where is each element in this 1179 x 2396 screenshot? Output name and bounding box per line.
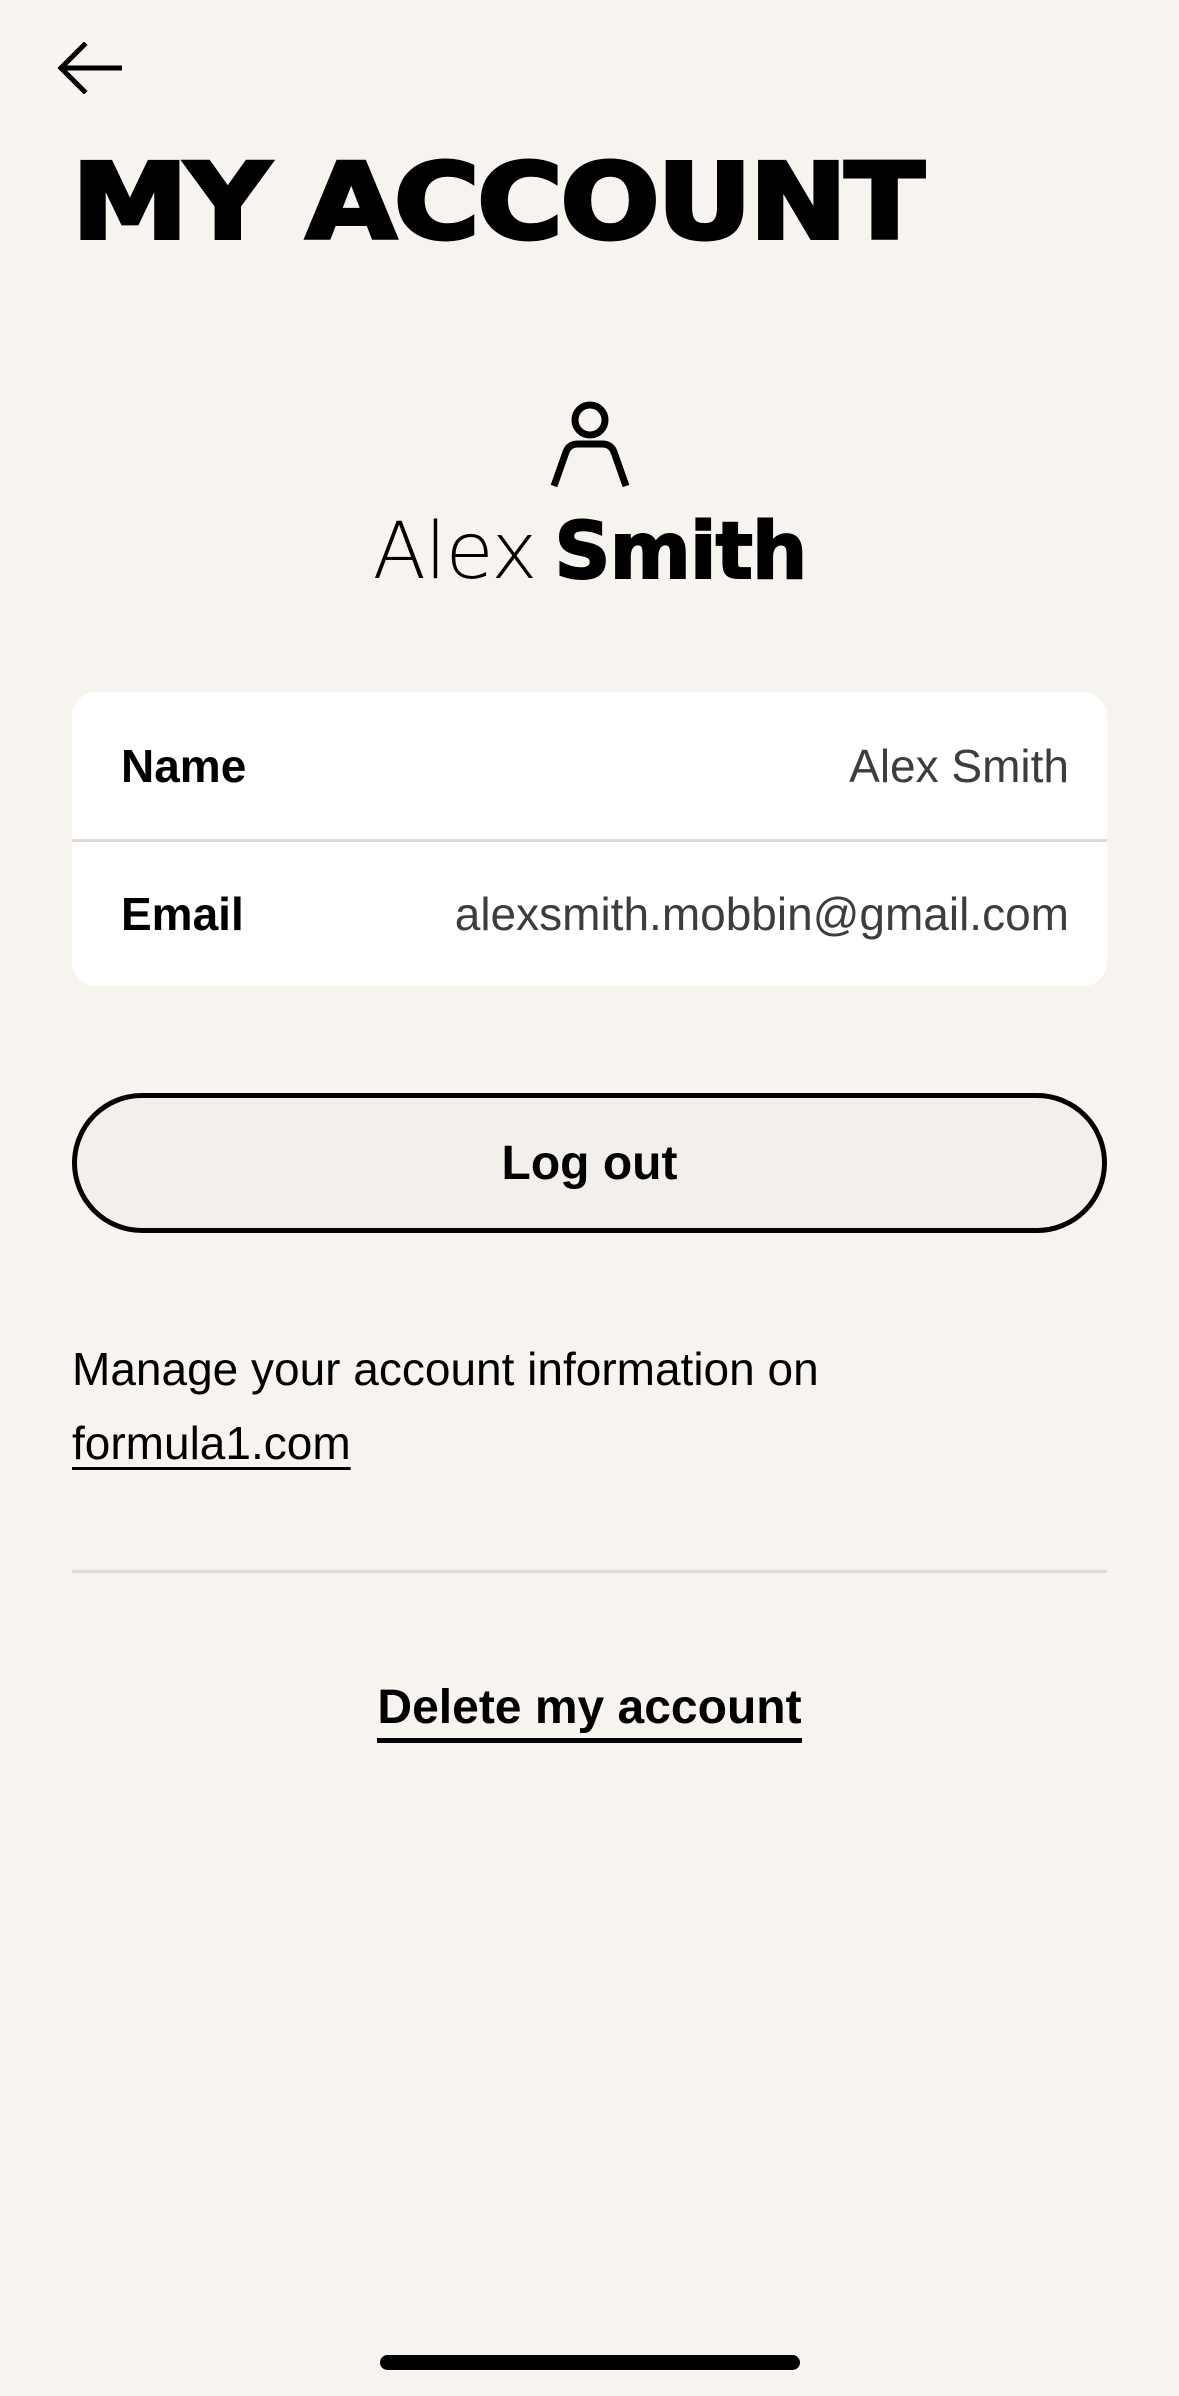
profile-first-name: Alex — [372, 507, 538, 597]
profile-name: Alex Smith — [0, 512, 1179, 592]
name-label: Name — [121, 739, 247, 792]
manage-account-info: Manage your account information on formu… — [72, 1332, 1072, 1480]
email-row: Email alexsmith.mobbin@gmail.com — [72, 839, 1107, 986]
name-row: Name Alex Smith — [72, 692, 1107, 839]
user-icon — [550, 401, 630, 488]
divider — [72, 1570, 1107, 1573]
account-info-card: Name Alex Smith Email alexsmith.mobbin@g… — [72, 692, 1107, 986]
delete-account-link[interactable]: Delete my account — [377, 1681, 802, 1743]
profile-last-name: Smith — [553, 507, 808, 597]
formula1-link[interactable]: formula1.com — [72, 1417, 351, 1469]
arrow-left-icon — [57, 42, 122, 94]
home-indicator — [380, 2355, 800, 2370]
back-button[interactable] — [56, 30, 142, 106]
name-value: Alex Smith — [849, 739, 1069, 792]
delete-account-row: Delete my account — [0, 1680, 1179, 1743]
email-label: Email — [121, 888, 244, 940]
page-title: MY ACCOUNT — [70, 141, 927, 263]
manage-account-text: Manage your account information on — [72, 1343, 819, 1395]
logout-button[interactable]: Log out — [72, 1093, 1107, 1233]
email-value: alexsmith.mobbin@gmail.com — [454, 888, 1069, 940]
